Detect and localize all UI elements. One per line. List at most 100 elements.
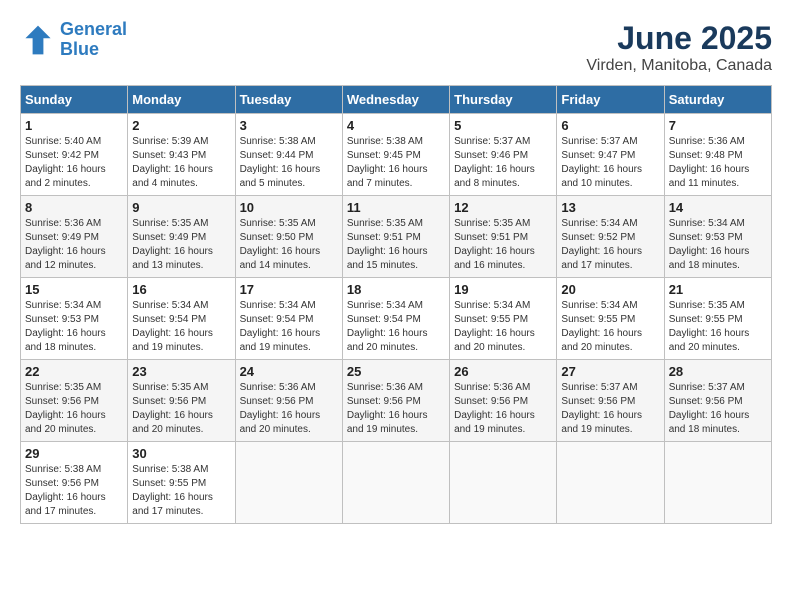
logo-line2: Blue [60,39,99,59]
day-number: 25 [347,364,445,379]
day-info: Sunrise: 5:37 AMSunset: 9:56 PMDaylight:… [561,382,642,435]
calendar-cell: 16 Sunrise: 5:34 AMSunset: 9:54 PMDaylig… [128,278,235,360]
day-info: Sunrise: 5:38 AMSunset: 9:55 PMDaylight:… [132,464,213,517]
day-info: Sunrise: 5:34 AMSunset: 9:53 PMDaylight:… [25,300,106,353]
calendar-cell: 11 Sunrise: 5:35 AMSunset: 9:51 PMDaylig… [342,196,449,278]
calendar-week-row: 8 Sunrise: 5:36 AMSunset: 9:49 PMDayligh… [21,196,772,278]
day-info: Sunrise: 5:38 AMSunset: 9:45 PMDaylight:… [347,136,428,189]
day-number: 4 [347,118,445,133]
day-info: Sunrise: 5:34 AMSunset: 9:52 PMDaylight:… [561,218,642,271]
day-info: Sunrise: 5:36 AMSunset: 9:49 PMDaylight:… [25,218,106,271]
day-info: Sunrise: 5:36 AMSunset: 9:56 PMDaylight:… [454,382,535,435]
day-info: Sunrise: 5:37 AMSunset: 9:46 PMDaylight:… [454,136,535,189]
calendar-cell: 14 Sunrise: 5:34 AMSunset: 9:53 PMDaylig… [664,196,771,278]
day-info: Sunrise: 5:34 AMSunset: 9:55 PMDaylight:… [561,300,642,353]
day-number: 22 [25,364,123,379]
calendar-cell: 26 Sunrise: 5:36 AMSunset: 9:56 PMDaylig… [450,360,557,442]
day-number: 2 [132,118,230,133]
calendar-cell: 13 Sunrise: 5:34 AMSunset: 9:52 PMDaylig… [557,196,664,278]
calendar-cell: 21 Sunrise: 5:35 AMSunset: 9:55 PMDaylig… [664,278,771,360]
day-info: Sunrise: 5:35 AMSunset: 9:51 PMDaylight:… [454,218,535,271]
day-info: Sunrise: 5:35 AMSunset: 9:50 PMDaylight:… [240,218,321,271]
calendar-cell: 22 Sunrise: 5:35 AMSunset: 9:56 PMDaylig… [21,360,128,442]
day-info: Sunrise: 5:37 AMSunset: 9:47 PMDaylight:… [561,136,642,189]
logo-icon [20,22,56,58]
day-number: 1 [25,118,123,133]
day-number: 21 [669,282,767,297]
day-info: Sunrise: 5:35 AMSunset: 9:56 PMDaylight:… [132,382,213,435]
day-info: Sunrise: 5:38 AMSunset: 9:56 PMDaylight:… [25,464,106,517]
calendar-header-row: SundayMondayTuesdayWednesdayThursdayFrid… [21,86,772,114]
calendar-cell: 15 Sunrise: 5:34 AMSunset: 9:53 PMDaylig… [21,278,128,360]
calendar-cell: 23 Sunrise: 5:35 AMSunset: 9:56 PMDaylig… [128,360,235,442]
logo: General Blue [20,20,127,60]
calendar-cell [235,442,342,524]
day-number: 20 [561,282,659,297]
day-info: Sunrise: 5:39 AMSunset: 9:43 PMDaylight:… [132,136,213,189]
day-number: 3 [240,118,338,133]
day-number: 23 [132,364,230,379]
day-number: 24 [240,364,338,379]
day-number: 26 [454,364,552,379]
calendar-cell: 3 Sunrise: 5:38 AMSunset: 9:44 PMDayligh… [235,114,342,196]
calendar-cell: 12 Sunrise: 5:35 AMSunset: 9:51 PMDaylig… [450,196,557,278]
day-number: 27 [561,364,659,379]
day-number: 30 [132,446,230,461]
day-number: 28 [669,364,767,379]
column-header-saturday: Saturday [664,86,771,114]
column-header-monday: Monday [128,86,235,114]
calendar-cell: 24 Sunrise: 5:36 AMSunset: 9:56 PMDaylig… [235,360,342,442]
calendar-cell: 30 Sunrise: 5:38 AMSunset: 9:55 PMDaylig… [128,442,235,524]
day-info: Sunrise: 5:34 AMSunset: 9:54 PMDaylight:… [347,300,428,353]
calendar-cell: 18 Sunrise: 5:34 AMSunset: 9:54 PMDaylig… [342,278,449,360]
calendar-week-row: 22 Sunrise: 5:35 AMSunset: 9:56 PMDaylig… [21,360,772,442]
calendar-cell: 20 Sunrise: 5:34 AMSunset: 9:55 PMDaylig… [557,278,664,360]
day-info: Sunrise: 5:37 AMSunset: 9:56 PMDaylight:… [669,382,750,435]
calendar-cell: 7 Sunrise: 5:36 AMSunset: 9:48 PMDayligh… [664,114,771,196]
calendar-week-row: 29 Sunrise: 5:38 AMSunset: 9:56 PMDaylig… [21,442,772,524]
logo-line1: General [60,19,127,39]
day-info: Sunrise: 5:35 AMSunset: 9:55 PMDaylight:… [669,300,750,353]
calendar-cell: 28 Sunrise: 5:37 AMSunset: 9:56 PMDaylig… [664,360,771,442]
day-number: 10 [240,200,338,215]
day-number: 13 [561,200,659,215]
day-info: Sunrise: 5:35 AMSunset: 9:49 PMDaylight:… [132,218,213,271]
column-header-sunday: Sunday [21,86,128,114]
day-info: Sunrise: 5:34 AMSunset: 9:53 PMDaylight:… [669,218,750,271]
calendar-cell [557,442,664,524]
calendar-week-row: 15 Sunrise: 5:34 AMSunset: 9:53 PMDaylig… [21,278,772,360]
column-header-thursday: Thursday [450,86,557,114]
logo-text: General Blue [60,20,127,60]
column-header-tuesday: Tuesday [235,86,342,114]
calendar-cell: 6 Sunrise: 5:37 AMSunset: 9:47 PMDayligh… [557,114,664,196]
day-number: 5 [454,118,552,133]
calendar-cell: 5 Sunrise: 5:37 AMSunset: 9:46 PMDayligh… [450,114,557,196]
calendar-cell: 27 Sunrise: 5:37 AMSunset: 9:56 PMDaylig… [557,360,664,442]
day-number: 16 [132,282,230,297]
day-info: Sunrise: 5:34 AMSunset: 9:55 PMDaylight:… [454,300,535,353]
day-info: Sunrise: 5:38 AMSunset: 9:44 PMDaylight:… [240,136,321,189]
day-info: Sunrise: 5:36 AMSunset: 9:56 PMDaylight:… [347,382,428,435]
day-info: Sunrise: 5:34 AMSunset: 9:54 PMDaylight:… [240,300,321,353]
column-header-friday: Friday [557,86,664,114]
column-header-wednesday: Wednesday [342,86,449,114]
calendar-cell: 17 Sunrise: 5:34 AMSunset: 9:54 PMDaylig… [235,278,342,360]
day-number: 7 [669,118,767,133]
calendar-cell: 4 Sunrise: 5:38 AMSunset: 9:45 PMDayligh… [342,114,449,196]
calendar-cell: 25 Sunrise: 5:36 AMSunset: 9:56 PMDaylig… [342,360,449,442]
day-info: Sunrise: 5:36 AMSunset: 9:56 PMDaylight:… [240,382,321,435]
header: General Blue June 2025 Virden, Manitoba,… [20,20,772,75]
day-number: 8 [25,200,123,215]
day-number: 12 [454,200,552,215]
calendar-cell: 2 Sunrise: 5:39 AMSunset: 9:43 PMDayligh… [128,114,235,196]
calendar-cell: 9 Sunrise: 5:35 AMSunset: 9:49 PMDayligh… [128,196,235,278]
calendar-cell: 10 Sunrise: 5:35 AMSunset: 9:50 PMDaylig… [235,196,342,278]
day-info: Sunrise: 5:36 AMSunset: 9:48 PMDaylight:… [669,136,750,189]
calendar-week-row: 1 Sunrise: 5:40 AMSunset: 9:42 PMDayligh… [21,114,772,196]
day-info: Sunrise: 5:35 AMSunset: 9:56 PMDaylight:… [25,382,106,435]
calendar-cell: 29 Sunrise: 5:38 AMSunset: 9:56 PMDaylig… [21,442,128,524]
day-info: Sunrise: 5:34 AMSunset: 9:54 PMDaylight:… [132,300,213,353]
subtitle: Virden, Manitoba, Canada [586,57,772,75]
main-title: June 2025 [586,20,772,57]
day-number: 14 [669,200,767,215]
